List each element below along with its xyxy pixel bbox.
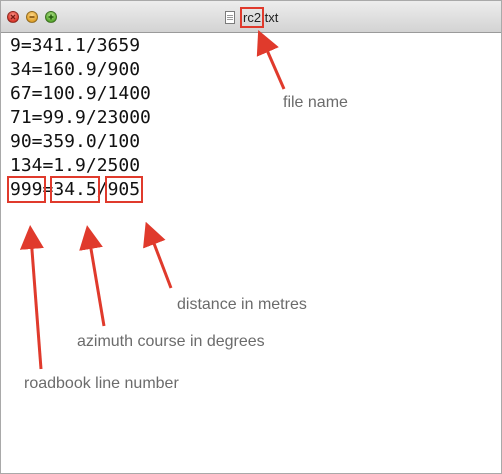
text-editor-window: rc2.txt 9=341.1/3659 34=160.9/900 67=100…: [0, 0, 502, 474]
line-number-label: roadbook line number: [24, 375, 179, 392]
line-number-arrow: [19, 225, 44, 370]
distance-label: distance in metres: [177, 296, 307, 313]
file-name-arrow: [256, 30, 286, 90]
distance-arrow: [143, 221, 173, 289]
azimuth-label: azimuth course in degrees: [77, 333, 265, 350]
file-name-label: file name: [283, 94, 348, 111]
azimuth-arrow: [79, 225, 106, 327]
vertical-scrollbar[interactable]: [488, 33, 500, 473]
annotation-arrows: [19, 30, 286, 370]
